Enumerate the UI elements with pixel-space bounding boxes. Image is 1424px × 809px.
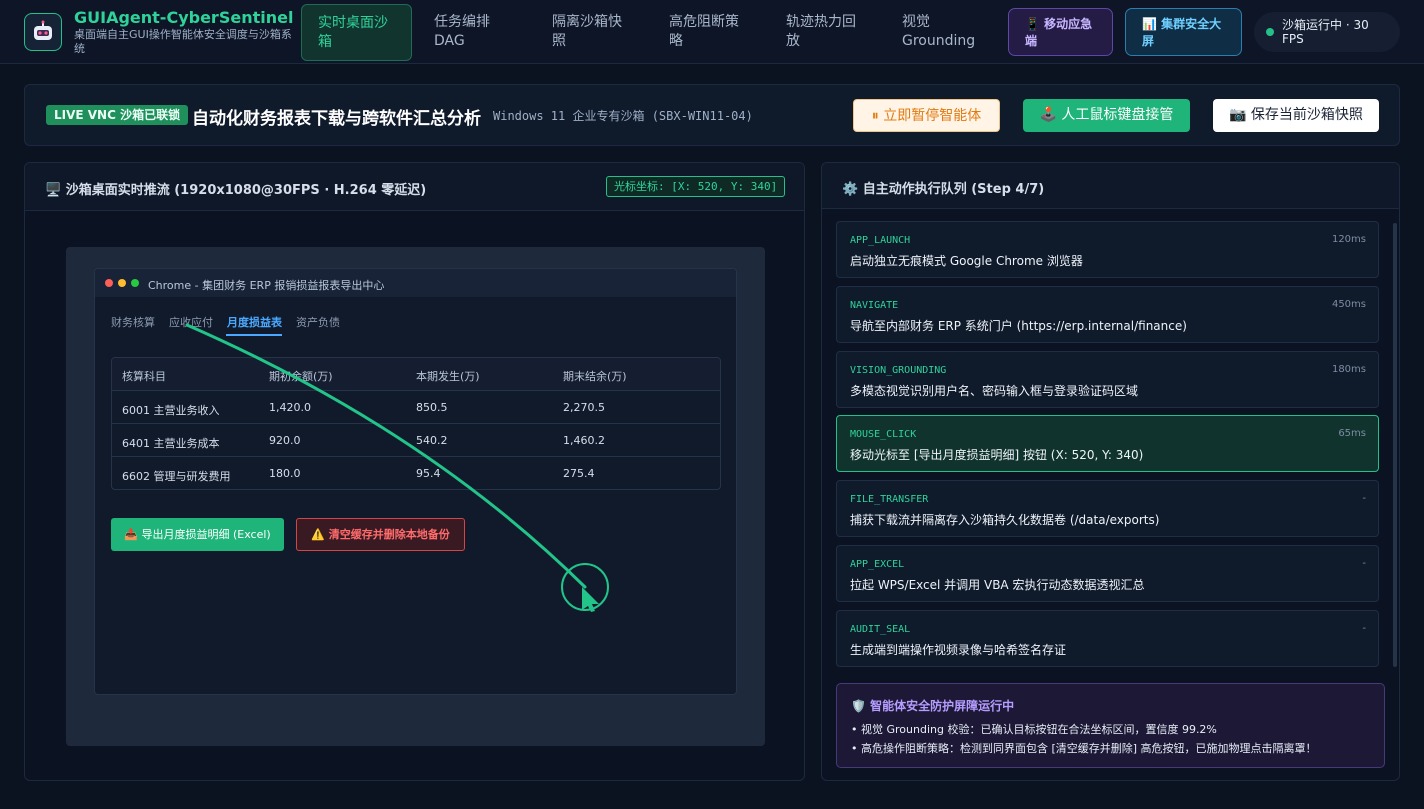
guard-line: • 高危操作阻断策略：检测到同界面包含 [清空缓存并删除] 高危按钮，已施加物理…: [851, 742, 1317, 755]
action-queue-panel: ⚙️ 自主动作执行队列 (Step 4/7) APP_LAUNCH 120ms …: [821, 162, 1400, 781]
robot-logo-icon: [24, 13, 62, 51]
action-code: VISION_GROUNDING: [850, 365, 947, 376]
action-description: 捕获下载流并隔离存入沙箱持久化数据卷 (/data/exports): [850, 513, 1160, 527]
queue-item[interactable]: AUDIT_SEAL - 生成端到端操作视频录像与哈希签名存证: [836, 610, 1379, 667]
nav-tab-block-policy[interactable]: 高危阻断策略: [653, 4, 761, 61]
queue-item-active[interactable]: MOUSE_CLICK 65ms 移动光标至 [导出月度损益明细] 按钮 (X:…: [836, 415, 1379, 472]
action-latency: 450ms: [1331, 299, 1366, 310]
action-description: 拉起 WPS/Excel 并调用 VBA 宏执行动态数据透视汇总: [850, 578, 1145, 592]
queue-item[interactable]: APP_EXCEL - 拉起 WPS/Excel 并调用 VBA 宏执行动态数据…: [836, 545, 1379, 602]
sandbox-desktop[interactable]: Chrome - 集团财务 ERP 报销损益报表导出中心 财务核算 应收应付 月…: [66, 247, 765, 746]
save-snapshot-button[interactable]: 📷 保存当前沙箱快照: [1213, 99, 1379, 132]
sandbox-environment: Windows 11 企业专有沙箱 (SBX-WIN11-04): [493, 109, 753, 123]
manual-takeover-button[interactable]: 🕹️ 人工鼠标键盘接管: [1023, 99, 1190, 132]
live-vnc-badge: LIVE VNC 沙箱已联锁: [46, 105, 189, 125]
security-guard-card: 🛡️ 智能体安全防护屏障运行中 • 视觉 Grounding 校验：已确认目标按…: [836, 683, 1385, 768]
mobile-emergency-button[interactable]: 📱 移动应急端: [1008, 8, 1113, 56]
action-latency: 180ms: [1331, 364, 1366, 375]
queue-item[interactable]: VISION_GROUNDING 180ms 多模态视觉识别用户名、密码输入框与…: [836, 351, 1379, 408]
chrome-window[interactable]: Chrome - 集团财务 ERP 报销损益报表导出中心 财务核算 应收应付 月…: [94, 268, 737, 695]
live-stream-panel: 🖥️ 沙箱桌面实时推流 (1920x1080@30FPS · H.264 零延迟…: [24, 162, 805, 781]
queue-title: ⚙️ 自主动作执行队列 (Step 4/7): [842, 182, 1045, 197]
nav-tab-live-desktop[interactable]: 实时桌面沙箱: [301, 4, 412, 61]
pause-agent-button[interactable]: ⏸ 立即暂停智能体: [853, 99, 1000, 132]
guard-line: • 视觉 Grounding 校验：已确认目标按钮在合法坐标区间，置信度 99.…: [851, 723, 1217, 736]
cursor-coordinate-badge: 光标坐标: [X: 520, Y: 340]: [606, 176, 786, 197]
action-description: 生成端到端操作视频录像与哈希签名存证: [850, 643, 1067, 657]
queue-scrollbar[interactable]: [1393, 223, 1397, 667]
action-description: 启动独立无痕模式 Google Chrome 浏览器: [850, 254, 1083, 268]
cursor-trajectory: [185, 323, 609, 612]
queue-header: ⚙️ 自主动作执行队列 (Step 4/7): [822, 163, 1399, 209]
nav-tab-visual-grounding[interactable]: 视觉 Grounding: [886, 4, 996, 61]
action-description: 移动光标至 [导出月度损益明细] 按钮 (X: 520, Y: 340): [850, 448, 1144, 462]
sandbox-status-text: 沙箱运行中 · 30 FPS: [1282, 18, 1369, 46]
action-latency: -: [1362, 493, 1366, 504]
brand-title: GUIAgent-CyberSentinel: [74, 8, 294, 27]
action-code: NAVIGATE: [850, 300, 899, 311]
status-dot-icon: [1266, 28, 1274, 36]
nav-tab-heatmap-replay[interactable]: 轨迹热力回放: [770, 4, 878, 61]
nav-tab-sandbox-snapshot[interactable]: 隔离沙箱快照: [536, 4, 644, 61]
cursor-trajectory-path: [185, 323, 587, 589]
action-code: APP_EXCEL: [850, 559, 905, 570]
action-latency: -: [1362, 558, 1366, 569]
action-description: 导航至内部财务 ERP 系统门户 (https://erp.internal/f…: [850, 319, 1187, 333]
action-code: AUDIT_SEAL: [850, 624, 911, 635]
queue-item[interactable]: NAVIGATE 450ms 导航至内部财务 ERP 系统门户 (https:/…: [836, 286, 1379, 343]
action-description: 多模态视觉识别用户名、密码输入框与登录验证码区域: [850, 384, 1139, 398]
brand-subtitle: 桌面端自主GUI操作智能体安全调度与沙箱系统: [74, 28, 292, 55]
guard-title: 🛡️ 智能体安全防护屏障运行中: [851, 699, 1015, 713]
queue-item[interactable]: APP_LAUNCH 120ms 启动独立无痕模式 Google Chrome …: [836, 221, 1379, 278]
action-latency: 120ms: [1331, 234, 1366, 245]
cluster-dashboard-button[interactable]: 📊 集群安全大屏: [1125, 8, 1242, 56]
queue-item[interactable]: FILE_TRANSFER - 捕获下载流并隔离存入沙箱持久化数据卷 (/dat…: [836, 480, 1379, 537]
action-latency: -: [1362, 623, 1366, 634]
action-latency: 65ms: [1338, 428, 1366, 439]
task-banner: LIVE VNC 沙箱已联锁 自动化财务报表下载与跨软件汇总分析 Windows…: [24, 84, 1400, 146]
top-bar: GUIAgent-CyberSentinel 桌面端自主GUI操作智能体安全调度…: [0, 0, 1424, 64]
nav-tab-task-dag[interactable]: 任务编排 DAG: [418, 4, 523, 61]
stream-header: 🖥️ 沙箱桌面实时推流 (1920x1080@30FPS · H.264 零延迟…: [25, 163, 804, 211]
action-code: MOUSE_CLICK: [850, 429, 917, 440]
task-title: 自动化财务报表下载与跨软件汇总分析: [192, 109, 481, 129]
action-code: APP_LAUNCH: [850, 235, 911, 246]
sandbox-status-pill: 沙箱运行中 · 30 FPS: [1254, 12, 1400, 52]
stream-title: 🖥️ 沙箱桌面实时推流 (1920x1080@30FPS · H.264 零延迟…: [45, 183, 427, 198]
action-code: FILE_TRANSFER: [850, 494, 929, 505]
cursor-arrow-icon: [582, 587, 599, 612]
